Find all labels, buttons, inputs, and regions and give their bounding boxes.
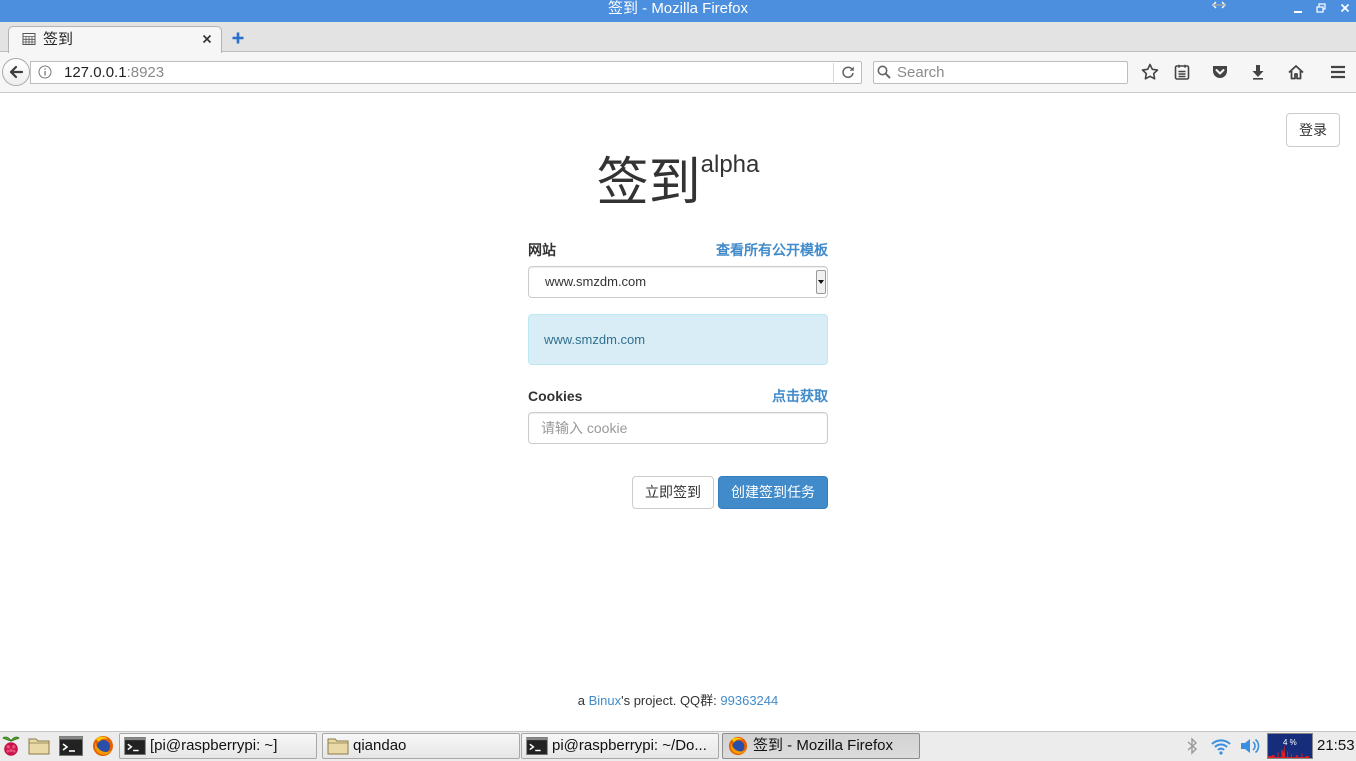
- site-info-icon[interactable]: [38, 65, 52, 79]
- firefox-icon: [727, 736, 749, 756]
- dropdown-arrow-icon[interactable]: [816, 270, 826, 294]
- create-task-button[interactable]: 创建签到任务: [718, 476, 828, 509]
- footer-middle: 's project. QQ群:: [621, 693, 721, 708]
- search-icon: [877, 65, 891, 79]
- page-title: 签到alpha: [0, 147, 1356, 219]
- calendar-icon: [22, 32, 36, 46]
- site-info-alert: www.smzdm.com: [528, 314, 828, 365]
- task-terminal-home[interactable]: [pi@raspberrypi: ~]: [119, 733, 317, 759]
- raspberry-menu-icon[interactable]: [1, 735, 21, 757]
- file-manager-icon[interactable]: [28, 736, 50, 756]
- url-port: :8923: [126, 64, 165, 81]
- window-title: 签到 - Mozilla Firefox: [607, 0, 749, 17]
- cpu-usage-label: 4 %: [1283, 738, 1297, 747]
- clock[interactable]: 21:53: [1317, 733, 1355, 759]
- view-public-templates-link[interactable]: 查看所有公开模板: [628, 241, 828, 259]
- home-icon[interactable]: [1287, 63, 1305, 81]
- footer-prefix: a: [577, 693, 589, 708]
- resize-cursor-icon: [1211, 1, 1227, 9]
- author-link[interactable]: Binux: [589, 693, 622, 708]
- menu-icon[interactable]: [1329, 63, 1347, 81]
- maximize-icon[interactable]: [1313, 1, 1329, 15]
- url-bar-divider: [833, 63, 834, 82]
- terminal-icon[interactable]: [59, 736, 83, 756]
- window-titlebar[interactable]: 签到 - Mozilla Firefox: [0, 0, 1356, 22]
- bookmarks-menu-icon[interactable]: [1173, 63, 1191, 81]
- site-label: 网站: [528, 242, 556, 258]
- task-label: 签到 - Mozilla Firefox: [753, 737, 894, 754]
- pocket-icon[interactable]: [1211, 63, 1229, 81]
- minimize-icon[interactable]: [1290, 2, 1306, 16]
- download-icon[interactable]: [1249, 63, 1267, 81]
- login-button[interactable]: 登录: [1286, 113, 1340, 147]
- bookmark-star-icon[interactable]: [1141, 63, 1159, 81]
- tab-label: 签到: [43, 31, 74, 48]
- volume-icon[interactable]: [1239, 737, 1261, 755]
- terminal-icon: [124, 736, 146, 756]
- task-label: qiandao: [353, 737, 407, 754]
- url-text[interactable]: 127.0.0.1:8923: [64, 62, 164, 83]
- back-arrow-icon: [8, 64, 24, 80]
- cookie-input[interactable]: [528, 412, 828, 444]
- footer: a Binux's project. QQ群: 99363244: [0, 692, 1356, 710]
- wifi-icon[interactable]: [1210, 737, 1232, 755]
- close-tab-icon[interactable]: [200, 32, 214, 46]
- qq-group-link[interactable]: 99363244: [720, 693, 778, 708]
- task-terminal-downloads[interactable]: pi@raspberrypi: ~/Do...: [521, 733, 719, 759]
- back-button[interactable]: [2, 58, 30, 86]
- tab-qiandao[interactable]: 签到: [8, 26, 222, 53]
- folder-icon: [327, 736, 349, 756]
- page-title-text: 签到: [596, 154, 701, 212]
- close-window-icon[interactable]: [1337, 1, 1353, 15]
- cookies-label: Cookies: [528, 388, 583, 404]
- page-title-superscript: alpha: [700, 151, 760, 178]
- site-select[interactable]: www.smzdm.com: [528, 266, 828, 298]
- new-tab-icon[interactable]: [230, 30, 246, 46]
- search-placeholder: Search: [897, 64, 945, 81]
- sign-now-button[interactable]: 立即签到: [632, 476, 714, 509]
- url-host: 127.0.0.1: [64, 64, 127, 81]
- firefox-icon[interactable]: [92, 735, 114, 757]
- task-folder-qiandao[interactable]: qiandao: [322, 733, 520, 759]
- fetch-cookie-link[interactable]: 点击获取: [628, 387, 828, 405]
- reload-icon[interactable]: [841, 65, 855, 79]
- task-label: [pi@raspberrypi: ~]: [150, 737, 278, 754]
- site-select-value: www.smzdm.com: [545, 274, 647, 289]
- task-label: pi@raspberrypi: ~/Do...: [552, 737, 707, 754]
- terminal-icon: [526, 736, 548, 756]
- task-firefox[interactable]: 签到 - Mozilla Firefox: [722, 733, 920, 759]
- bluetooth-icon[interactable]: [1186, 737, 1198, 755]
